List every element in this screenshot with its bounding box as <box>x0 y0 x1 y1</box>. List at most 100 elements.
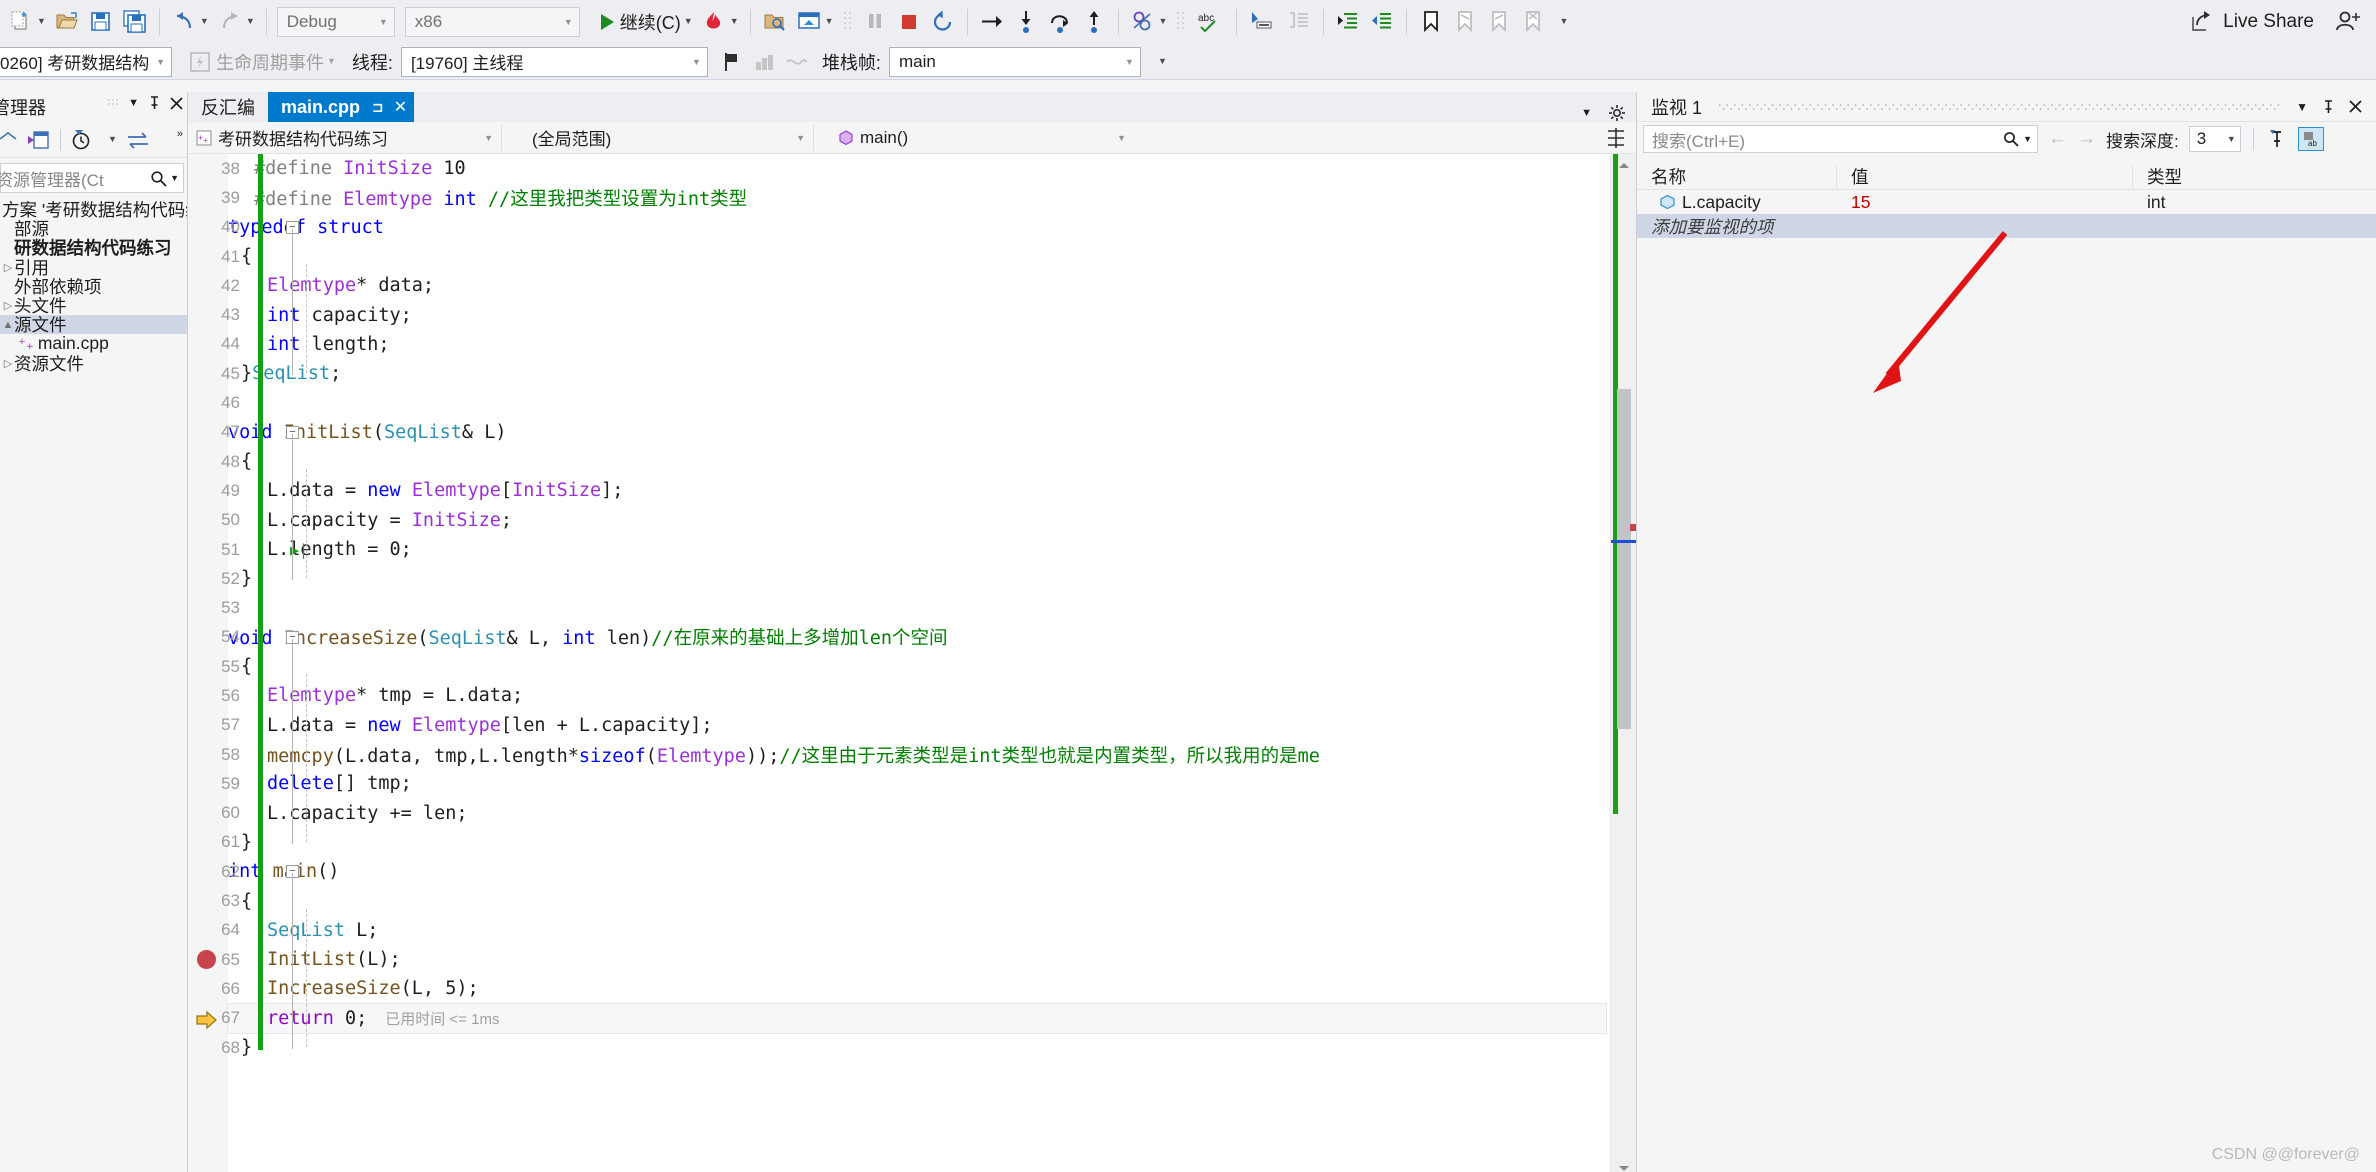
save-all-button[interactable] <box>118 4 152 40</box>
code-line[interactable]: 51 ▶| L.length = 0; <box>221 535 1606 564</box>
watch-search-input[interactable]: 搜索(Ctrl+E) ▼ <box>1643 125 2038 153</box>
expander-icon[interactable]: ▷ <box>2 261 14 274</box>
solution-tree-item[interactable]: ▷ 资源文件 <box>0 354 187 374</box>
code-line[interactable]: 66 IncreaseSize(L, 5); <box>221 974 1606 1003</box>
live-share-button[interactable]: Live Share <box>2189 6 2314 38</box>
column-header-type[interactable]: 类型 <box>2133 164 2376 190</box>
column-header-value[interactable]: 值 <box>1837 163 2133 190</box>
step-out-button[interactable] <box>1077 4 1111 40</box>
new-item-button[interactable]: ▼ <box>4 4 50 40</box>
solution-configuration-dropdown[interactable]: Debug ▼ <box>276 6 395 37</box>
add-watch-placeholder-row[interactable]: 添加要监视的项 <box>1637 214 2376 238</box>
toggle-breakpoints-button[interactable]: ▼ <box>1126 4 1172 40</box>
restart-button[interactable] <box>926 4 960 40</box>
sync-icon[interactable] <box>126 129 150 151</box>
hexadecimal-display-toggle[interactable]: ab <box>2297 127 2324 151</box>
decrease-indent-button[interactable] <box>1365 4 1399 40</box>
redo-button[interactable]: ▼ <box>213 4 259 40</box>
pin-tab-icon[interactable]: ⊐ <box>372 99 384 116</box>
column-header-name[interactable]: 名称 <box>1637 163 1837 190</box>
scrollbar-thumb[interactable] <box>1617 389 1631 729</box>
stackframe-dropdown[interactable]: main ▼ <box>888 46 1141 77</box>
solution-search-input[interactable]: 案资源管理器(Ct ▼ <box>0 163 184 193</box>
clear-bookmarks-button[interactable] <box>1516 4 1550 40</box>
toggle-bookmark-button[interactable] <box>1414 4 1448 40</box>
toolbar-overflow-icon[interactable]: » <box>177 128 183 140</box>
thread-dropdown[interactable]: [19760] 主线程 ▼ <box>400 46 708 77</box>
code-line[interactable]: 40− typedef struct <box>221 213 1606 242</box>
step-over-button[interactable] <box>1043 4 1077 40</box>
spell-check-button[interactable]: abc <box>1191 4 1229 40</box>
code-line[interactable]: 52} <box>221 564 1606 593</box>
undo-button[interactable]: ▼ <box>167 4 213 40</box>
continue-button[interactable]: 继续(C) ▼ <box>592 4 697 40</box>
uncomment-selection-button[interactable] <box>1282 4 1316 40</box>
search-next-button[interactable]: → <box>2077 128 2096 150</box>
code-line[interactable]: 59 delete[] tmp; <box>221 769 1606 798</box>
solution-platform-dropdown[interactable]: x86 ▼ <box>404 6 580 37</box>
active-files-chevron-icon[interactable]: ▼ <box>1581 107 1592 119</box>
expander-icon[interactable]: ▷ <box>2 357 14 370</box>
next-bookmark-button[interactable] <box>1482 4 1516 40</box>
home-icon[interactable] <box>0 130 18 150</box>
code-line[interactable]: 61} <box>221 828 1606 857</box>
code-line[interactable]: 64 SeqList L; <box>221 916 1606 945</box>
process-dropdown[interactable]: 0260] 考研数据结构代码练习.e ▼ <box>0 46 172 77</box>
pin-icon[interactable] <box>148 96 161 110</box>
expander-icon[interactable]: ▲ <box>2 319 14 331</box>
project-dropdown[interactable]: + + 考研数据结构代码练习 ▼ <box>188 124 502 151</box>
code-line[interactable]: 48{ <box>221 447 1606 476</box>
expander-icon[interactable]: ▷ <box>2 299 14 312</box>
panel-menu-icon[interactable]: ▼ <box>2296 100 2308 114</box>
open-file-button[interactable] <box>50 4 84 40</box>
comment-selection-button[interactable] <box>1244 4 1282 40</box>
show-next-statement-button[interactable]: ▼ <box>792 4 838 40</box>
close-icon[interactable] <box>2349 100 2362 113</box>
attach-process-button[interactable] <box>758 4 792 40</box>
close-tab-icon[interactable]: ✕ <box>394 97 407 117</box>
code-line[interactable]: 65 InitList(L); <box>221 945 1606 974</box>
code-lines-container[interactable]: 38 #define InitSize 10 39 #define Elemtype … <box>221 154 1607 1172</box>
code-line[interactable]: 68} <box>221 1033 1606 1062</box>
code-line[interactable]: 57 L.data = new Elemtype[len + L.capacity… <box>221 711 1606 740</box>
panel-menu-icon[interactable]: ▼ <box>128 97 139 109</box>
tasks-button[interactable] <box>780 44 814 80</box>
code-line[interactable]: 55{ <box>221 652 1606 681</box>
code-line[interactable]: 63{ <box>221 886 1606 915</box>
code-line[interactable]: 43 int capacity; <box>221 300 1606 329</box>
code-line[interactable]: 46 <box>221 388 1606 417</box>
scope-dropdown[interactable]: (全局范围) ▼ <box>502 124 814 151</box>
close-icon[interactable] <box>170 96 183 110</box>
pin-icon[interactable] <box>2322 99 2335 114</box>
code-line[interactable]: 54− void IncreaseSize(SeqList& L, int len… <box>221 623 1606 652</box>
chevron-down-icon[interactable]: ▼ <box>108 135 117 144</box>
account-button[interactable] <box>2332 9 2362 40</box>
lifecycle-events-button[interactable]: 生命周期事件 ▼ <box>184 44 340 80</box>
code-line[interactable]: 56 Elemtype* tmp = L.data; <box>221 681 1606 710</box>
code-line[interactable]: 67 return 0; 已用时间 <= 1ms <box>221 1002 1607 1034</box>
editor-vertical-scrollbar[interactable] <box>1610 154 1636 1172</box>
code-line[interactable]: 39 #define Elemtype int //这里我把类型设置为int类型 <box>221 183 1606 212</box>
pin-value-icon[interactable] <box>2266 128 2288 150</box>
break-all-button[interactable] <box>858 4 892 40</box>
code-line[interactable]: 45}SeqList; <box>221 359 1606 388</box>
continue-to-cursor-button[interactable] <box>975 4 1009 40</box>
toolbar-overflow-button[interactable]: ▼ <box>1552 4 1572 40</box>
search-depth-dropdown[interactable]: 3 ▼ <box>2188 126 2241 152</box>
code-editor[interactable]: 38 #define InitSize 10 39 #define Elemtype … <box>188 154 1636 1172</box>
solution-settings-icon[interactable] <box>1608 104 1626 122</box>
previous-bookmark-button[interactable] <box>1448 4 1482 40</box>
code-line[interactable]: 42 Elemtype* data; <box>221 271 1606 300</box>
increase-indent-button[interactable] <box>1331 4 1365 40</box>
hot-reload-button[interactable]: ▼ <box>697 4 743 40</box>
watch-row[interactable]: L.capacity 15 int <box>1637 190 2376 214</box>
watch-row-name[interactable]: L.capacity <box>1637 192 1837 213</box>
flag-button[interactable] <box>716 44 748 80</box>
scroll-up-arrow[interactable] <box>1616 156 1632 168</box>
split-view-icon[interactable] <box>1606 127 1626 149</box>
stop-debugging-button[interactable] <box>892 4 926 40</box>
code-line[interactable]: 41{ <box>221 242 1606 271</box>
scroll-down-arrow[interactable] <box>1616 1158 1632 1171</box>
code-line[interactable]: 53 <box>221 593 1606 622</box>
member-dropdown[interactable]: main() ▼ <box>814 124 1134 151</box>
